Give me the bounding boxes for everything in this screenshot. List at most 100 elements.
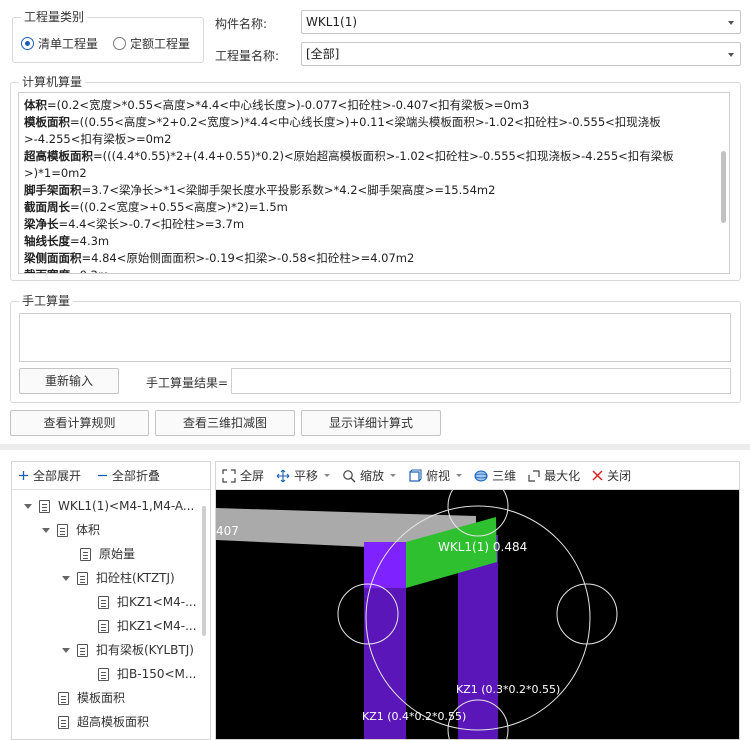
calc-formula-lines: 体积=(0.2<宽度>*0.55<高度>*4.4<中心线长度>)-0.077<扣… <box>19 93 729 273</box>
tree-item[interactable]: 原始量 <box>80 542 135 566</box>
section-divider <box>0 444 750 450</box>
fullscreen-icon <box>222 468 236 483</box>
tree-item[interactable]: 扣KZ1<M4-... <box>98 614 197 638</box>
calc-line-name: 梁侧面面积 <box>24 251 82 265</box>
expand-arrow-icon[interactable] <box>62 647 70 653</box>
zoom-button[interactable]: 缩放 <box>342 467 397 484</box>
calc-line: 梁侧面面积=4.84<原始侧面面积>-0.19<扣梁>-0.58<扣砼柱>=4.… <box>24 250 711 267</box>
top-view-dropdown-icon <box>456 474 463 477</box>
radio-unselected-icon <box>113 37 126 50</box>
tree-item-label: 扣KZ1<M4-... <box>117 619 197 633</box>
calc-line-expression: =(0.2<宽度>*0.55<高度>*4.4<中心线长度>)-0.077<扣砼柱… <box>47 98 530 112</box>
pan-dropdown-icon <box>324 474 331 477</box>
fullscreen-button[interactable]: 全屏 <box>222 467 264 484</box>
manual-result-input[interactable] <box>231 368 731 394</box>
deduction-scene: 407 WKL1(1) 0.484 KZ1 (0.3*0.2*0.55) KZ1… <box>216 490 618 739</box>
tree-scrollbar[interactable] <box>202 506 206 636</box>
manual-formula-input[interactable] <box>19 313 731 362</box>
quantity-tree-pane: 全部展开 全部折叠 WKL1(1)<M4-1,M4-A... 体积原始量扣砼柱(K… <box>11 461 211 740</box>
close-view-button[interactable]: 关闭 <box>592 467 631 484</box>
tree-toolbar: 全部展开 全部折叠 <box>12 462 210 490</box>
pan-button[interactable]: 平移 <box>276 467 331 484</box>
top-view-button[interactable]: 俯视 <box>408 467 463 484</box>
reenter-button[interactable]: 重新输入 <box>19 368 119 394</box>
zoom-label: 缩放 <box>360 469 385 483</box>
quantity-type-group: 工程量类别 清单工程量 定额工程量 <box>12 10 204 63</box>
view-toolbar: 全屏 平移 缩放 俯视 三维 最大化 关闭 <box>216 462 739 490</box>
tree-item[interactable]: 模板面积 <box>58 686 125 710</box>
calc-line-expression: =0.2m <box>70 268 109 273</box>
expand-arrow-icon[interactable] <box>62 575 70 581</box>
tree-item[interactable]: 超高模板面积 <box>58 710 149 734</box>
chevron-down-icon <box>728 21 734 25</box>
view-3d-button[interactable]: 三维 <box>474 467 516 484</box>
calc-line-name: 梁净长 <box>24 217 59 231</box>
component-name-select[interactable]: WKL1(1) <box>301 10 741 34</box>
calc-line-expression: =4.3m <box>70 234 110 248</box>
document-icon <box>77 571 88 585</box>
tree-item[interactable]: WKL1(1)<M4-1,M4-A... <box>24 494 194 518</box>
calc-line-name: 截面周长 <box>24 200 70 214</box>
radio-quota-quantity[interactable]: 定额工程量 <box>113 35 190 52</box>
expand-arrow-icon[interactable] <box>42 527 50 533</box>
show-detail-formula-button[interactable]: 显示详细计算式 <box>301 410 441 436</box>
view-rules-button[interactable]: 查看计算规则 <box>10 410 149 436</box>
collapse-icon <box>98 474 108 477</box>
calc-line: 轴线长度=4.3m <box>24 233 711 250</box>
component-name-label: 构件名称: <box>215 17 268 31</box>
tree-item-label: 扣B-150<M... <box>117 667 197 681</box>
collapse-all-button[interactable]: 全部折叠 <box>97 467 160 484</box>
maximize-button[interactable]: 最大化 <box>528 467 580 484</box>
tree-item[interactable]: 扣B-150<M... <box>98 662 196 686</box>
slab-label: 407 <box>216 524 239 538</box>
component-name-value: WKL1(1) <box>306 15 358 29</box>
calc-line: 超高模板面积=(((4.4*0.55)*2+(4.4+0.55)*0.2)<原始… <box>24 148 711 182</box>
tree-item-label: 模板面积 <box>77 691 126 705</box>
maximize-label: 最大化 <box>544 469 581 483</box>
tree-item[interactable]: 扣KZ1<M4-... <box>98 590 197 614</box>
calc-line-name: 轴线长度 <box>24 234 70 248</box>
tree-item[interactable]: 体积 <box>42 518 100 542</box>
calc-line: 截面宽度=0.2m <box>24 267 711 273</box>
radio-selected-icon <box>21 37 34 50</box>
collapse-all-label: 全部折叠 <box>112 469 161 483</box>
tree-item-label: 体积 <box>76 523 101 537</box>
calc-line: 梁净长=4.4<梁长>-0.7<扣砼柱>=3.7m <box>24 216 711 233</box>
calc-line-name: 超高模板面积 <box>24 149 93 163</box>
deduction-3d-view[interactable]: 全屏 平移 缩放 俯视 三维 最大化 关闭 407 WKL1(1) 0.484 … <box>215 461 740 740</box>
quantity-name-select[interactable]: [全部] <box>301 42 741 66</box>
document-icon <box>77 643 88 657</box>
document-icon <box>98 667 109 681</box>
sphere-3d-icon <box>474 470 488 481</box>
view-3d-label: 三维 <box>492 469 517 483</box>
calc-formula-box[interactable]: 体积=(0.2<宽度>*0.55<高度>*4.4<中心线长度>)-0.077<扣… <box>18 92 730 274</box>
expand-all-label: 全部展开 <box>33 469 82 483</box>
manual-result-label: 手工算量结果= <box>146 376 229 390</box>
fullscreen-label: 全屏 <box>240 469 265 483</box>
view-3d-deduction-button[interactable]: 查看三维扣减图 <box>155 410 295 436</box>
pan-label: 平移 <box>294 469 319 483</box>
quantity-name-value: [全部] <box>306 47 340 61</box>
calc-line: 体积=(0.2<宽度>*0.55<高度>*4.4<中心线长度>)-0.077<扣… <box>24 97 711 114</box>
close-icon <box>592 470 603 481</box>
expand-icon <box>19 471 28 480</box>
column-left-label: KZ1 (0.4*0.2*0.55) <box>362 710 466 723</box>
expand-arrow-icon[interactable] <box>24 503 32 509</box>
top-view-icon <box>409 468 422 482</box>
calc-line-expression: =3.7<梁净长>*1<梁脚手架长度水平投影系数>*4.2<脚手架高度>=15.… <box>81 183 496 197</box>
tree-item[interactable]: 扣有梁板(KYLBTJ) <box>62 638 194 662</box>
tree-item-label: 超高模板面积 <box>77 715 150 729</box>
quantity-type-title: 工程量类别 <box>21 10 88 24</box>
document-icon <box>98 595 109 609</box>
tree-item-label: WKL1(1)<M4-1,M4-A... <box>58 499 195 513</box>
document-icon <box>58 715 69 729</box>
expand-all-button[interactable]: 全部展开 <box>18 467 81 484</box>
calc-line: 脚手架面积=3.7<梁净长>*1<梁脚手架长度水平投影系数>*4.2<脚手架高度… <box>24 182 711 199</box>
tree-item[interactable]: 扣砼柱(KTZTJ) <box>62 566 175 590</box>
radio-bill-quantity[interactable]: 清单工程量 <box>21 35 98 52</box>
quantity-name-label: 工程量名称: <box>215 49 280 63</box>
tree-item-label: 原始量 <box>99 547 136 561</box>
tree-item-label: 扣砼柱(KTZTJ) <box>96 571 175 585</box>
calc-scrollbar[interactable] <box>721 151 726 223</box>
column-right-label: KZ1 (0.3*0.2*0.55) <box>456 683 560 696</box>
